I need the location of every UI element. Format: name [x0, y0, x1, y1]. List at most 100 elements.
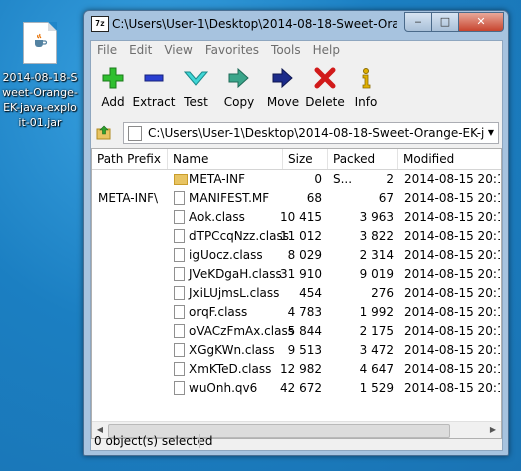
add-label: Add: [101, 95, 125, 109]
address-bar: C:\Users\User-1\Desktop\2014-08-18-Sweet…: [91, 121, 502, 145]
row-modified: 2014-08-15 20:11: [404, 248, 500, 262]
table-row[interactable]: orqF.class 4 783 1 992 2014-08-15 20:11: [92, 303, 500, 322]
row-name: oVACzFmAx.class: [189, 324, 294, 338]
extract-label: Extract: [132, 95, 176, 109]
row-size: 5 844: [287, 324, 322, 338]
chevron-down-icon[interactable]: ▼: [484, 123, 498, 143]
file-icon: [174, 191, 185, 205]
table-row[interactable]: JxiLUjmsL.class 454 276 2014-08-15 20:11: [92, 284, 500, 303]
row-size: 31 910: [280, 267, 322, 281]
info-icon: [362, 68, 371, 89]
row-modified: 2014-08-15 20:11: [404, 381, 500, 395]
row-packed-size: 3 472: [359, 343, 394, 357]
copy-button[interactable]: Copy: [217, 63, 261, 109]
test-label: Test: [184, 95, 208, 109]
column-modified[interactable]: Modified: [398, 149, 501, 169]
info-label: Info: [354, 95, 378, 109]
row-name: JVeKDgaH.class: [189, 267, 282, 281]
delete-x-icon: [314, 67, 336, 89]
row-modified: 2014-08-15 20:11: [404, 286, 500, 300]
row-size: 9 513: [287, 343, 322, 357]
table-row[interactable]: dTPCcqNzz.class 11 012 3 822 2014-08-15 20:…: [92, 227, 500, 246]
path-input[interactable]: C:\Users\User-1\Desktop\2014-08-18-Sweet…: [123, 122, 499, 144]
menu-tools[interactable]: Tools: [265, 41, 307, 57]
file-icon: [174, 267, 185, 281]
row-modified: 2014-08-15 20:11: [404, 229, 500, 243]
row-packed-size: 67: [378, 191, 394, 205]
row-name: wuOnh.qv6: [189, 381, 258, 395]
desktop-jar-file-icon[interactable]: 2014-08-18-Sweet-Orange-EK-java-exploit-…: [0, 22, 80, 130]
plus-icon: [102, 67, 124, 89]
row-name: META-INF: [189, 172, 246, 186]
menu-edit[interactable]: Edit: [123, 41, 158, 57]
title-bar[interactable]: 7z C:\Users\User-1\Desktop\2014-08-18-Sw…: [84, 11, 508, 37]
status-bar: 0 object(s) selected: [91, 432, 502, 450]
archive-small-icon: [128, 126, 142, 141]
row-modified: 2014-08-15 20:11: [404, 362, 500, 376]
add-button[interactable]: Add: [91, 63, 135, 109]
copy-arrow-icon: [228, 67, 249, 89]
row-name: igUocz.class: [189, 248, 263, 262]
file-icon: [174, 305, 185, 319]
row-size: 42 672: [280, 381, 322, 395]
extract-button[interactable]: Extract: [132, 63, 176, 109]
row-packed-size: 1 992: [359, 305, 394, 319]
test-button[interactable]: Test: [174, 63, 218, 109]
row-packed-size: 3 963: [359, 210, 394, 224]
row-size: 68: [306, 191, 322, 205]
info-button[interactable]: Info: [344, 63, 388, 109]
delete-button[interactable]: Delete: [303, 63, 347, 109]
folder-up-icon[interactable]: [96, 124, 112, 140]
file-icon: [174, 381, 185, 395]
table-row[interactable]: XmKTeD.class 12 982 4 647 2014-08-15 20:11: [92, 360, 500, 379]
table-row[interactable]: META-INF 0 2 2014-08-15 20:11: [92, 170, 500, 189]
row-packed-size: 2 314: [359, 248, 394, 262]
row-modified: 2014-08-15 20:11: [404, 343, 500, 357]
table-row[interactable]: oVACzFmAx.class5 844 2 175 2014-08-15 20:1…: [92, 322, 500, 341]
row-path-prefix: META-INF\: [98, 191, 159, 205]
toolbar: Add Extract Test Copy Move Delete Info: [91, 63, 502, 117]
row-modified: 2014-08-15 20:11: [404, 172, 500, 186]
menu-file[interactable]: File: [91, 41, 123, 57]
menu-view[interactable]: View: [158, 41, 198, 57]
table-row[interactable]: META-INF\ MANIFEST.MF 68 67 2014-08-15 20:11: [92, 189, 500, 208]
table-row[interactable]: wuOnh.qv6 42 672 1 529 2014-08-15 20:11: [92, 379, 500, 398]
path-text: C:\Users\User-1\Desktop\2014-08-18-Sweet…: [148, 126, 499, 140]
row-packed-size: 2 175: [359, 324, 394, 338]
row-size: 0: [314, 172, 322, 186]
row-name: XGgKWn.class: [189, 343, 275, 357]
column-name[interactable]: Name: [168, 149, 283, 169]
status-text: 0 object(s) selected: [94, 434, 213, 448]
copy-label: Copy: [223, 95, 255, 109]
menu-help[interactable]: Help: [307, 41, 346, 57]
row-modified: 2014-08-15 20:11: [404, 324, 500, 338]
row-size: 454: [299, 286, 322, 300]
table-row[interactable]: JVeKDgaH.class31 910 9 019 2014-08-15 20:1…: [92, 265, 500, 284]
list-header: Path Prefix Name Size Packed S... Modifi…: [92, 149, 501, 186]
table-row[interactable]: igUocz.class 8 029 2 314 2014-08-15 20:11: [92, 246, 500, 265]
table-row[interactable]: Aok.class 10 415 3 963 2014-08-15 20:11: [92, 208, 500, 227]
row-packed-size: 1 529: [359, 381, 394, 395]
maximize-button[interactable]: □: [431, 12, 459, 32]
row-size: 11 012: [280, 229, 322, 243]
row-packed-size: 4 647: [359, 362, 394, 376]
column-size[interactable]: Size: [283, 149, 328, 169]
row-size: 12 982: [280, 362, 322, 376]
delete-label: Delete: [305, 95, 345, 109]
column-packed-size[interactable]: Packed S...: [328, 149, 398, 186]
move-button[interactable]: Move: [261, 63, 305, 109]
row-name: XmKTeD.class: [189, 362, 272, 376]
row-packed-size: 276: [371, 286, 394, 300]
column-path-prefix[interactable]: Path Prefix: [92, 149, 168, 169]
file-icon: [174, 248, 185, 262]
window-title: C:\Users\User-1\Desktop\2014-08-18-Sweet…: [112, 17, 397, 31]
table-row[interactable]: XGgKWn.class 9 513 3 472 2014-08-15 20:11: [92, 341, 500, 360]
minimize-button[interactable]: ‒: [404, 12, 432, 32]
close-button[interactable]: ✕: [458, 12, 504, 32]
file-icon: [174, 324, 185, 338]
row-name: orqF.class: [189, 305, 248, 319]
file-list: Path Prefix Name Size Packed S... Modifi…: [91, 148, 502, 439]
menu-favorites[interactable]: Favorites: [199, 41, 265, 57]
row-name: JxiLUjmsL.class: [189, 286, 280, 300]
file-icon: [174, 229, 185, 243]
